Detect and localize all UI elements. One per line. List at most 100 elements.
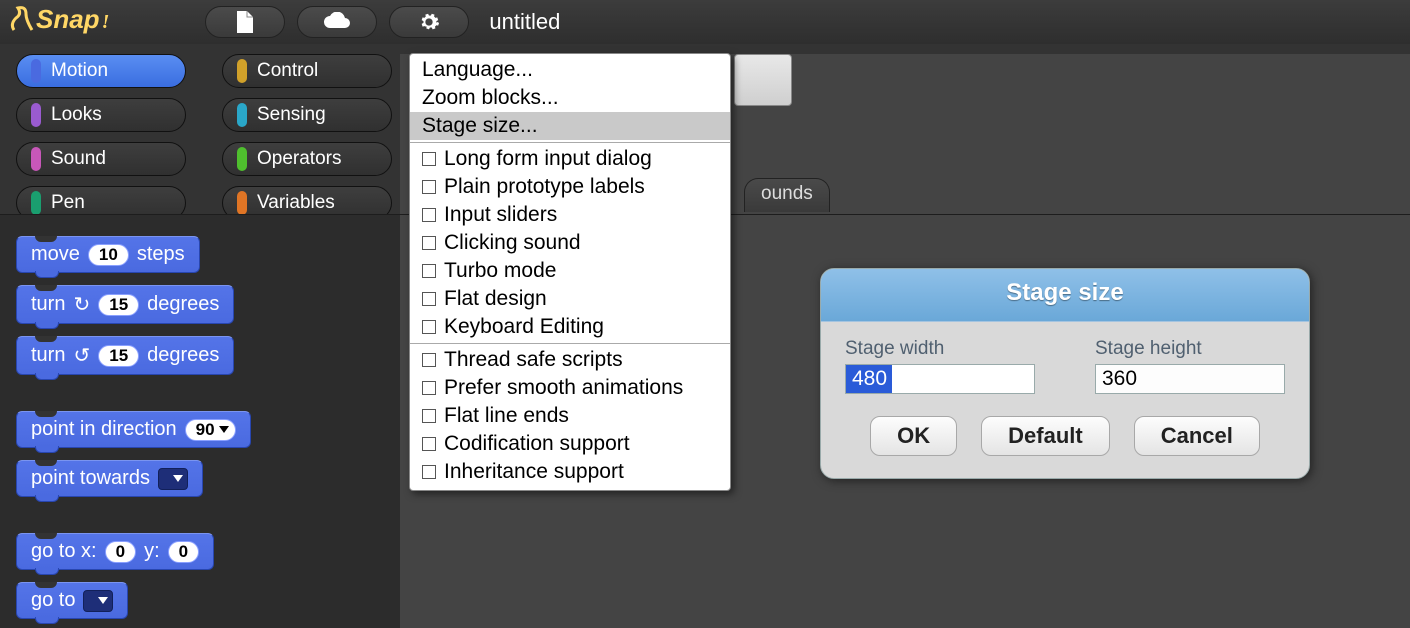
menu-keyboard-editing[interactable]: Keyboard Editing xyxy=(410,313,730,341)
block-text: degrees xyxy=(147,293,219,316)
block-text: point in direction xyxy=(31,418,177,441)
dialog-buttons: OK Default Cancel xyxy=(821,406,1309,478)
field-stage-width: Stage width xyxy=(845,338,1035,394)
category-palette: Motion Control Looks Sensing Sound Opera… xyxy=(16,54,392,220)
field-stage-height: Stage height xyxy=(1095,338,1285,394)
category-label: Sensing xyxy=(257,104,326,126)
category-operators[interactable]: Operators xyxy=(222,142,392,176)
category-label: Motion xyxy=(51,60,108,82)
block-go-to-xy[interactable]: go to x: 0 y: 0 xyxy=(16,533,214,570)
logo-text: Snap xyxy=(36,4,100,35)
category-dot xyxy=(237,191,247,215)
checkbox-icon xyxy=(422,409,436,423)
block-point-direction[interactable]: point in direction 90 xyxy=(16,411,251,448)
dialog-body: Stage width Stage height xyxy=(821,322,1309,406)
gear-icon xyxy=(418,11,440,33)
block-text: y: xyxy=(144,540,160,563)
category-dot xyxy=(31,103,41,127)
app-logo: Snap! xyxy=(8,0,109,44)
stage-height-input[interactable] xyxy=(1095,364,1285,394)
chevron-down-icon xyxy=(98,597,108,604)
category-label: Control xyxy=(257,60,318,82)
block-input-degrees[interactable]: 15 xyxy=(98,345,139,367)
category-label: Sound xyxy=(51,148,106,170)
chevron-down-icon xyxy=(173,475,183,482)
block-text: move xyxy=(31,243,80,266)
menu-long-form-input[interactable]: Long form input dialog xyxy=(410,145,730,173)
category-dot xyxy=(31,191,41,215)
menu-input-sliders[interactable]: Input sliders xyxy=(410,201,730,229)
file-icon xyxy=(235,11,255,33)
block-go-to[interactable]: go to xyxy=(16,582,128,619)
category-looks[interactable]: Looks xyxy=(16,98,186,132)
menu-language[interactable]: Language... xyxy=(410,56,730,84)
block-move-steps[interactable]: move 10 steps xyxy=(16,236,200,273)
block-text: degrees xyxy=(147,344,219,367)
category-label: Pen xyxy=(51,192,85,214)
menu-codification[interactable]: Codification support xyxy=(410,430,730,458)
checkbox-icon xyxy=(422,180,436,194)
checkbox-icon xyxy=(422,320,436,334)
cancel-button[interactable]: Cancel xyxy=(1134,416,1260,456)
turn-ccw-icon: ↺ xyxy=(73,343,90,368)
category-motion[interactable]: Motion xyxy=(16,54,186,88)
block-text: point towards xyxy=(31,467,150,490)
block-dropdown-target[interactable] xyxy=(158,468,188,490)
menu-clicking-sound[interactable]: Clicking sound xyxy=(410,229,730,257)
menu-plain-prototype[interactable]: Plain prototype labels xyxy=(410,173,730,201)
category-dot xyxy=(237,59,247,83)
checkbox-icon xyxy=(422,353,436,367)
category-sensing[interactable]: Sensing xyxy=(222,98,392,132)
block-list: move 10 steps turn ↻ 15 degrees turn ↺ 1… xyxy=(16,236,251,619)
dialog-title: Stage size xyxy=(821,269,1309,322)
checkbox-icon xyxy=(422,152,436,166)
logo-exclaim: ! xyxy=(102,11,110,34)
block-text: turn xyxy=(31,293,65,316)
cloud-icon xyxy=(322,12,352,32)
menu-thread-safe[interactable]: Thread safe scripts xyxy=(410,346,730,374)
ok-button[interactable]: OK xyxy=(870,416,957,456)
checkbox-icon xyxy=(422,264,436,278)
default-button[interactable]: Default xyxy=(981,416,1110,456)
block-input-degrees[interactable]: 15 xyxy=(98,294,139,316)
category-dot xyxy=(31,147,41,171)
checkbox-icon xyxy=(422,292,436,306)
block-turn-cw[interactable]: turn ↻ 15 degrees xyxy=(16,285,234,324)
menu-divider xyxy=(410,142,730,143)
category-control[interactable]: Control xyxy=(222,54,392,88)
menu-inheritance[interactable]: Inheritance support xyxy=(410,458,730,486)
menu-zoom-blocks[interactable]: Zoom blocks... xyxy=(410,84,730,112)
block-input-x[interactable]: 0 xyxy=(105,541,136,563)
checkbox-icon xyxy=(422,465,436,479)
settings-button[interactable] xyxy=(389,6,469,38)
menu-turbo-mode[interactable]: Turbo mode xyxy=(410,257,730,285)
checkbox-icon xyxy=(422,208,436,222)
checkbox-icon xyxy=(422,236,436,250)
menu-flat-design[interactable]: Flat design xyxy=(410,285,730,313)
stage-width-input[interactable] xyxy=(845,364,1035,394)
stage-width-label: Stage width xyxy=(845,338,1035,360)
block-input-direction[interactable]: 90 xyxy=(185,419,236,441)
category-dot xyxy=(237,103,247,127)
category-label: Looks xyxy=(51,104,102,126)
sprite-thumbnail[interactable] xyxy=(734,54,792,106)
category-sound[interactable]: Sound xyxy=(16,142,186,176)
menu-flat-line-ends[interactable]: Flat line ends xyxy=(410,402,730,430)
category-label: Operators xyxy=(257,148,341,170)
block-text: go to xyxy=(31,589,75,612)
file-button[interactable] xyxy=(205,6,285,38)
menu-smooth-anim[interactable]: Prefer smooth animations xyxy=(410,374,730,402)
tab-sounds-partial[interactable]: ounds xyxy=(744,178,830,212)
cloud-button[interactable] xyxy=(297,6,377,38)
block-input-y[interactable]: 0 xyxy=(168,541,199,563)
category-dot xyxy=(237,147,247,171)
menu-stage-size[interactable]: Stage size... xyxy=(410,112,730,140)
top-toolbar: Snap! untitled xyxy=(0,0,1410,44)
block-input-steps[interactable]: 10 xyxy=(88,244,129,266)
checkbox-icon xyxy=(422,437,436,451)
block-dropdown-target[interactable] xyxy=(83,590,113,612)
block-point-towards[interactable]: point towards xyxy=(16,460,203,497)
block-text: go to x: xyxy=(31,540,97,563)
block-turn-ccw[interactable]: turn ↺ 15 degrees xyxy=(16,336,234,375)
project-title[interactable]: untitled xyxy=(489,9,560,35)
